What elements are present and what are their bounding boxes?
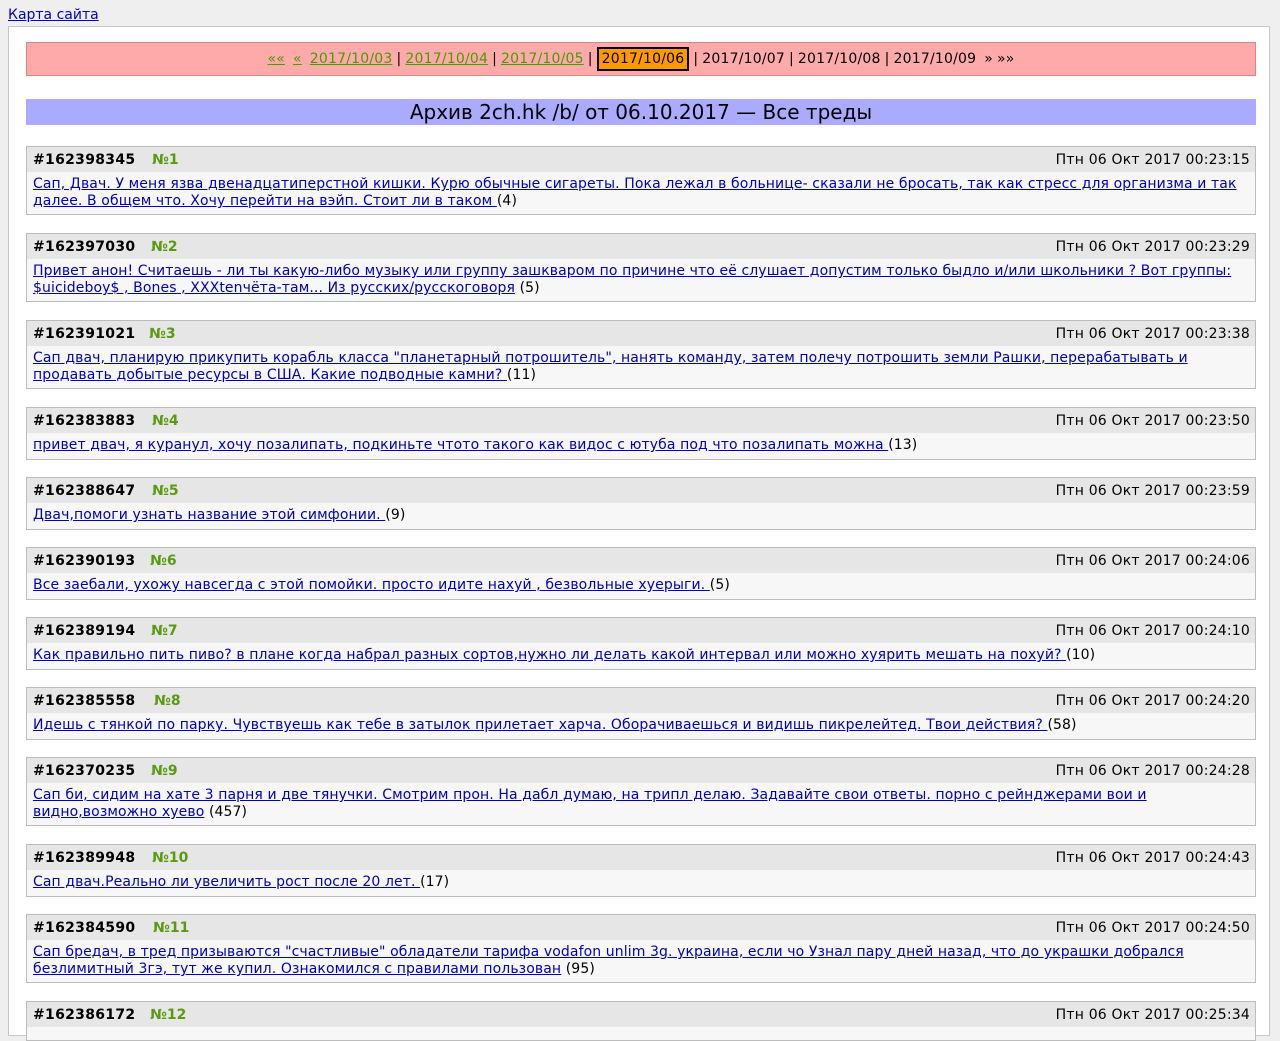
separator: |	[693, 51, 699, 67]
thread-id: #162389948	[33, 850, 136, 866]
thread-date: Птн 06 Окт 2017 00:23:59	[1055, 483, 1250, 499]
thread-card: #162397030 №2 Птн 06 Окт 2017 00:23:29 При…	[26, 233, 1256, 302]
thread-link[interactable]: Как правильно пить пиво? в плане когда н…	[33, 647, 1066, 663]
reply-count: (5)	[519, 280, 540, 296]
reply-count: (11)	[506, 367, 537, 383]
date-2017-10-08: 2017/10/08	[797, 51, 881, 67]
reply-count: (10)	[1066, 647, 1096, 663]
thread-number: №2	[151, 239, 178, 255]
reply-count: (17)	[420, 874, 450, 890]
thread-id: #162398345	[33, 152, 136, 168]
thread-id: #162397030	[33, 239, 136, 255]
main-container: «« « 2017/10/03 | 2017/10/04 | 2017/10/0…	[8, 26, 1270, 1041]
date-link-2017-10-05[interactable]: 2017/10/05	[501, 51, 584, 67]
thread-date: Птн 06 Окт 2017 00:24:10	[1055, 623, 1250, 639]
reply-count: (58)	[1047, 717, 1077, 733]
reply-count: (457)	[208, 804, 248, 820]
thread-id: #162390193	[33, 553, 136, 569]
reply-count: (5)	[709, 577, 730, 593]
date-2017-10-07: 2017/10/07	[702, 51, 785, 67]
thread-card: #162386172 №12 Птн 06 Окт 2017 00:25:34	[26, 1001, 1256, 1041]
thread-card: #162398345 №1 Птн 06 Окт 2017 00:23:15 Сап…	[26, 146, 1256, 215]
thread-link[interactable]: Сап, Двач. У меня язва двенадцатиперстно…	[33, 176, 1237, 209]
separator: |	[884, 51, 890, 67]
thread-id: #162391021	[33, 326, 136, 342]
thread-date: Птн 06 Окт 2017 00:23:29	[1055, 239, 1250, 255]
reply-count: (95)	[565, 961, 595, 977]
thread-link[interactable]: Все заебали, ухожу навсегда с этой помой…	[33, 577, 710, 593]
thread-link[interactable]: Идешь с тянкой по парку. Чувствуешь как …	[33, 717, 1047, 733]
first-page-link[interactable]: ««	[267, 51, 285, 67]
thread-id: #162386172	[33, 1007, 136, 1023]
thread-date: Птн 06 Окт 2017 00:23:50	[1055, 413, 1250, 429]
thread-card: #162390193 №6 Птн 06 Окт 2017 00:24:06 Все…	[26, 547, 1256, 600]
thread-number: №6	[150, 553, 177, 569]
thread-card: #162384590 №11 Птн 06 Окт 2017 00:24:50 Са…	[26, 914, 1256, 983]
thread-link[interactable]: Сап двач, планирую прикупить корабль кла…	[33, 350, 1188, 383]
thread-number: №5	[152, 483, 179, 499]
reply-count: (13)	[888, 437, 918, 453]
thread-id: #162389194	[33, 623, 136, 639]
separator: |	[788, 51, 794, 67]
thread-id: #162388647	[33, 483, 136, 499]
date-link-2017-10-03[interactable]: 2017/10/03	[310, 51, 393, 67]
thread-link[interactable]: Сап бредач, в тред призываются "счастлив…	[33, 944, 1184, 977]
thread-date: Птн 06 Окт 2017 00:24:06	[1055, 553, 1250, 569]
thread-number: №8	[154, 693, 181, 709]
thread-number: №11	[153, 920, 190, 936]
thread-card: #162389948 №10 Птн 06 Окт 2017 00:24:43 Са…	[26, 844, 1256, 897]
thread-number: №4	[152, 413, 179, 429]
thread-number: №7	[151, 623, 178, 639]
thread-date: Птн 06 Окт 2017 00:24:20	[1055, 693, 1250, 709]
thread-id: #162370235	[33, 763, 136, 779]
reply-count: (4)	[496, 193, 518, 209]
thread-date: Птн 06 Окт 2017 00:23:38	[1055, 326, 1250, 342]
thread-card: #162388647 №5 Птн 06 Окт 2017 00:23:59 Два…	[26, 477, 1256, 530]
current-date: 2017/10/06	[596, 47, 690, 71]
next-page-arrow: »	[984, 51, 993, 67]
thread-id: #162384590	[33, 920, 136, 936]
date-2017-10-09: 2017/10/09	[893, 51, 977, 67]
page-title: Архив 2ch.hk /b/ от 06.10.2017 — Все тре…	[26, 99, 1256, 125]
separator: |	[587, 51, 593, 67]
thread-date: Птн 06 Окт 2017 00:24:28	[1055, 763, 1250, 779]
thread-card: #162391021 №3 Птн 06 Окт 2017 00:23:38 Сап…	[26, 320, 1256, 389]
thread-number: №9	[151, 763, 178, 779]
last-page-arrow: »»	[996, 51, 1015, 67]
thread-link[interactable]: Привет анон! Считаешь - ли ты какую-либо…	[33, 263, 1231, 296]
separator: |	[492, 51, 498, 67]
prev-page-link[interactable]: «	[293, 51, 302, 67]
thread-link[interactable]: привет двач, я куранул, хочу позалипать,…	[33, 437, 888, 453]
thread-number: №1	[152, 152, 179, 168]
thread-date: Птн 06 Окт 2017 00:24:50	[1055, 920, 1250, 936]
thread-number: №10	[152, 850, 189, 866]
date-link-2017-10-04[interactable]: 2017/10/04	[405, 51, 488, 67]
sitemap-link[interactable]: Карта сайта	[8, 7, 99, 23]
thread-link[interactable]: Двач,помоги узнать название этой симфони…	[33, 507, 385, 523]
thread-id: #162385558	[33, 693, 136, 709]
thread-card: #162383883 №4 Птн 06 Окт 2017 00:23:50 при…	[26, 407, 1256, 460]
thread-number: №3	[149, 326, 176, 342]
thread-card: #162385558 №8 Птн 06 Окт 2017 00:24:20 Иде…	[26, 687, 1256, 740]
separator: |	[396, 51, 402, 67]
thread-date: Птн 06 Окт 2017 00:23:15	[1055, 152, 1250, 168]
thread-id: #162383883	[33, 413, 136, 429]
thread-card: #162389194 №7 Птн 06 Окт 2017 00:24:10 Как…	[26, 617, 1256, 670]
thread-card: #162370235 №9 Птн 06 Окт 2017 00:24:28 Сап…	[26, 757, 1256, 826]
date-navigation-bar: «« « 2017/10/03 | 2017/10/04 | 2017/10/0…	[26, 42, 1256, 76]
thread-number: №12	[150, 1007, 187, 1023]
thread-link[interactable]: Сап би, сидим на хате 3 парня и две тяну…	[33, 787, 1147, 820]
reply-count: (9)	[385, 507, 406, 523]
thread-date: Птн 06 Окт 2017 00:24:43	[1055, 850, 1250, 866]
thread-link[interactable]: Сап двач.Реально ли увеличить рост после…	[33, 874, 420, 890]
thread-date: Птн 06 Окт 2017 00:25:34	[1055, 1007, 1250, 1023]
